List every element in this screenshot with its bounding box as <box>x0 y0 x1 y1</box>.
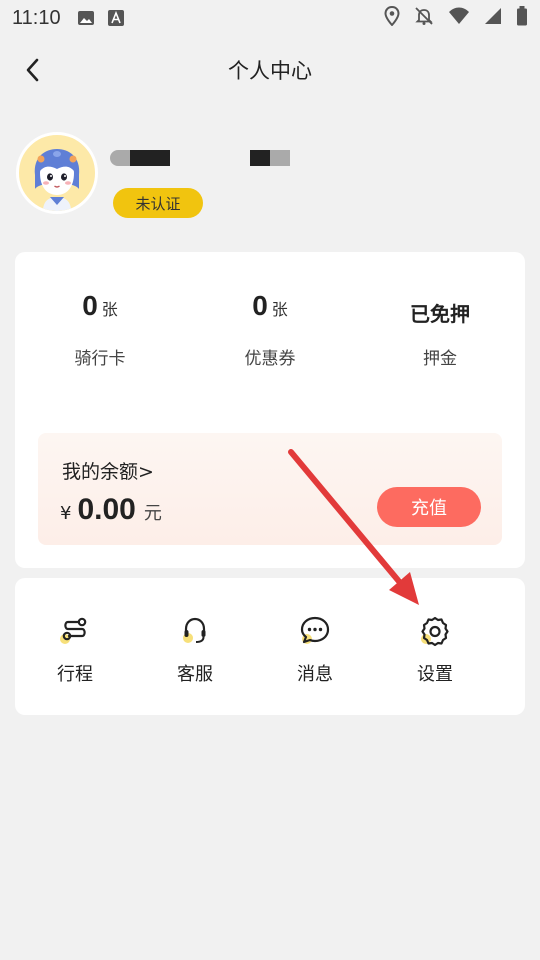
font-icon <box>107 9 125 27</box>
page-title: 个人中心 <box>228 59 312 83</box>
wifi-icon <box>448 7 470 30</box>
image-icon <box>77 9 95 27</box>
tool-trips[interactable]: 行程 <box>15 578 135 715</box>
deposit-label: 押金 <box>423 349 457 369</box>
route-icon <box>55 614 95 650</box>
deposit-status: 已免押 <box>410 302 470 326</box>
nav-bar: 个人中心 <box>0 44 540 96</box>
balance-title[interactable]: 我的余额> <box>62 457 154 484</box>
chat-icon <box>295 614 335 650</box>
tool-messages-label: 消息 <box>297 664 333 685</box>
balance-unit: 元 <box>143 503 162 524</box>
tools-card: 行程 客服 消息 设置 <box>15 578 525 715</box>
coupon-unit: 张 <box>271 300 288 319</box>
balance-panel[interactable]: 我的余额> ¥ 0.00 元 充值 <box>38 433 502 545</box>
back-button[interactable] <box>18 56 46 84</box>
stat-deposit[interactable]: 已免押 押金 <box>355 290 525 369</box>
chevron-left-icon <box>26 58 39 82</box>
tool-trips-label: 行程 <box>57 664 93 685</box>
bell-off-icon <box>414 6 434 31</box>
verification-badge[interactable]: 未认证 <box>113 188 203 218</box>
balance-value: 0.00 <box>77 493 136 526</box>
tool-settings-label: 设置 <box>417 664 453 685</box>
riding-card-label: 骑行卡 <box>74 349 126 369</box>
stat-riding-card[interactable]: 0 张 骑行卡 <box>15 290 185 369</box>
stats-row: 0 张 骑行卡 0 张 优惠券 已免押 押金 <box>15 290 525 369</box>
stat-coupon[interactable]: 0 张 优惠券 <box>185 290 355 369</box>
tool-settings[interactable]: 设置 <box>375 578 495 715</box>
coupon-count: 0 <box>252 290 268 321</box>
tool-messages[interactable]: 消息 <box>255 578 375 715</box>
location-icon <box>384 5 400 31</box>
balance-amount: ¥ 0.00 元 <box>60 493 162 527</box>
riding-card-count: 0 <box>82 290 98 321</box>
riding-card-unit: 张 <box>101 300 118 319</box>
tool-service[interactable]: 客服 <box>135 578 255 715</box>
username-redacted <box>110 150 170 166</box>
signal-icon <box>484 7 502 30</box>
status-time: 11:10 <box>12 6 61 29</box>
profile-section: 未认证 <box>16 132 516 222</box>
account-card: 0 张 骑行卡 0 张 优惠券 已免押 押金 我的余额> ¥ 0.00 元 充值 <box>15 252 525 568</box>
coupon-label: 优惠券 <box>244 349 296 369</box>
tool-service-label: 客服 <box>177 664 213 685</box>
avatar[interactable] <box>16 132 98 214</box>
currency-symbol: ¥ <box>60 503 72 524</box>
user-id-redacted <box>250 150 290 166</box>
gear-icon <box>415 614 455 650</box>
status-bar: 11:10 <box>0 0 540 36</box>
recharge-button[interactable]: 充值 <box>377 487 481 527</box>
battery-icon <box>516 5 528 31</box>
headset-icon <box>175 614 215 650</box>
